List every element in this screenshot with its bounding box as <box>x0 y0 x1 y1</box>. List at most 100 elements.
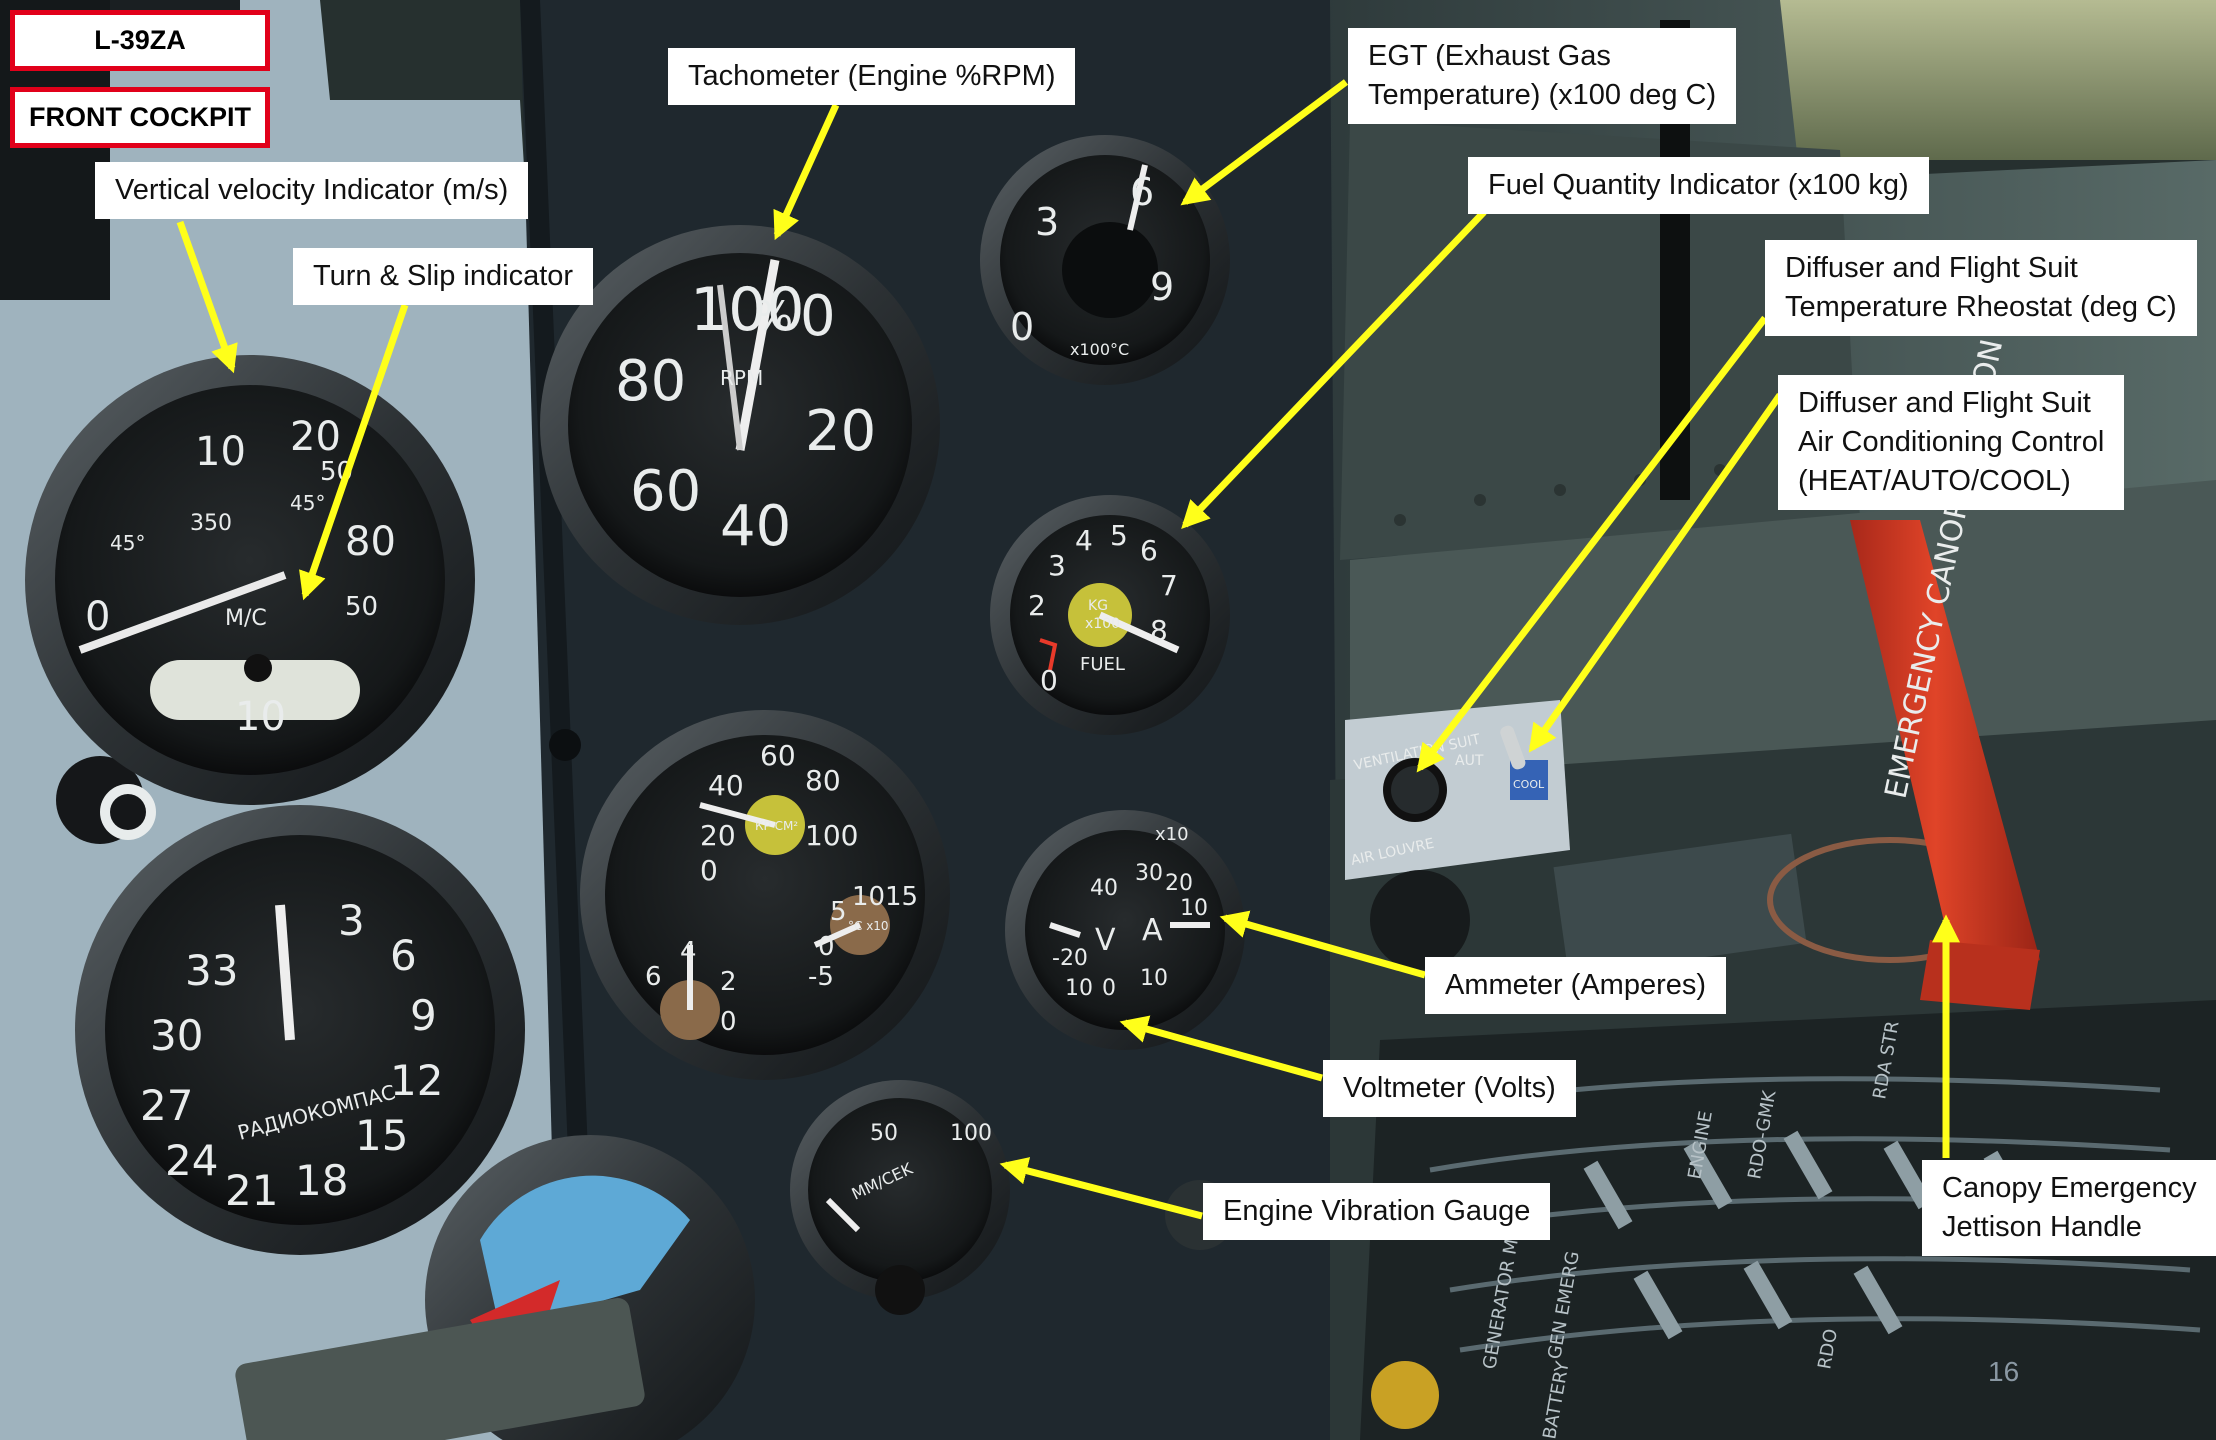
callout-ammeter-text: Ammeter (Amperes) <box>1445 969 1707 1001</box>
temp-5: 5 <box>830 897 847 927</box>
fuel-4: 4 <box>1075 524 1093 557</box>
volt-v: V <box>1095 923 1116 958</box>
tach-80: 80 <box>615 349 686 414</box>
fuel-gauge: 0 2 3 4 5 6 7 8 FUEL KG x100 <box>990 495 1230 735</box>
press-20: 20 <box>700 819 736 852</box>
fuel-hub1: KG <box>1088 598 1108 614</box>
vvi-mark-0: 0 <box>85 594 110 640</box>
compass-24: 24 <box>165 1136 218 1185</box>
callout-vibration: Engine Vibration Gauge <box>1203 1183 1551 1240</box>
fuel-8: 8 <box>1150 614 1168 647</box>
press-60: 60 <box>760 739 796 772</box>
egt-units: x100°C <box>1070 340 1129 359</box>
callout-fuel: Fuel Quantity Indicator (x100 kg) <box>1468 157 1929 214</box>
temp-hub: °C x10 <box>848 919 889 933</box>
press-low-4: 4 <box>680 937 697 967</box>
amm-40: 40 <box>1090 876 1118 901</box>
callout-aircon: Diffuser and Flight Suit Air Conditionin… <box>1778 375 2125 510</box>
temp-neg5: -5 <box>808 962 834 992</box>
rheostat-knob[interactable] <box>1383 758 1447 822</box>
egt-0: 0 <box>1010 305 1034 349</box>
section-title: FRONT COCKPIT <box>10 87 270 148</box>
press-low-6: 6 <box>645 962 662 992</box>
fuel-3: 3 <box>1048 549 1066 582</box>
callout-canopy: Canopy Emergency Jettison Handle <box>1922 1160 2216 1256</box>
compass-15: 15 <box>355 1111 408 1160</box>
section-title-text: FRONT COCKPIT <box>29 102 251 132</box>
tach-60: 60 <box>630 459 701 524</box>
press-low-2: 2 <box>720 967 737 997</box>
radio-compass-gauge: 33 3 6 9 12 15 18 21 24 27 30 РАДИОКОМПА… <box>75 805 525 1255</box>
egt-3: 3 <box>1035 200 1059 244</box>
tach-units: % <box>755 294 793 340</box>
press-0: 0 <box>700 854 718 887</box>
amm-10: 10 <box>1180 896 1208 921</box>
callout-aircon-line1: Diffuser and Flight Suit <box>1798 387 2091 419</box>
callout-egt-line2: Temperature) (x100 deg C) <box>1368 79 1717 111</box>
compass-21: 21 <box>225 1166 278 1215</box>
vvi-mark-20: 20 <box>290 414 341 460</box>
callout-vibration-text: Engine Vibration Gauge <box>1223 1195 1531 1227</box>
callout-canopy-line2: Jettison Handle <box>1942 1211 2142 1243</box>
compass-30: 30 <box>150 1011 203 1060</box>
callout-vvi: Vertical velocity Indicator (m/s) <box>95 162 529 219</box>
vvi-sub: 350 <box>190 511 232 536</box>
vvi-mark-50a: 50 <box>320 457 353 487</box>
vvi-units: M/C <box>225 606 267 631</box>
engine-pressure-gauge: 60 40 80 20 100 0 КР СМ² 6 4 2 0 10 15 5… <box>580 710 950 1080</box>
vertical-velocity-gauge: 10 20 50 80 0 50 10 M/C 350 45° 45° <box>25 355 475 805</box>
volt-neg20: -20 <box>1052 946 1088 971</box>
compass-12: 12 <box>390 1056 443 1105</box>
aut-placard: AUT <box>1455 753 1484 769</box>
vvi-mark-80: 80 <box>345 519 396 565</box>
press-100: 100 <box>805 819 858 852</box>
amm-x10: x10 <box>1155 824 1189 845</box>
fuel-6: 6 <box>1140 534 1158 567</box>
temp-15: 15 <box>885 882 918 912</box>
vib-50: 50 <box>870 1121 898 1146</box>
vvi-mark-10b: 10 <box>235 694 286 740</box>
volt-0: 0 <box>1102 976 1116 1001</box>
fuel-0: 0 <box>1040 664 1058 697</box>
callout-egt-line1: EGT (Exhaust Gas <box>1368 40 1611 72</box>
fuel-hub2: x100 <box>1085 616 1120 632</box>
amm-30: 30 <box>1135 861 1163 886</box>
vvi-sub2: 45° <box>110 531 145 555</box>
callout-canopy-line1: Canopy Emergency <box>1942 1172 2197 1204</box>
aircraft-title: L-39ZA <box>10 10 270 71</box>
egt-gauge: 3 6 9 0 x100°C <box>980 135 1230 385</box>
temp-0: 0 <box>818 932 835 962</box>
callout-vvi-text: Vertical velocity Indicator (m/s) <box>115 174 509 206</box>
fuel-5: 5 <box>1110 519 1128 552</box>
tach-sub: RPM <box>720 366 763 390</box>
press-hub: КР СМ² <box>755 819 798 833</box>
callout-voltmeter-text: Voltmeter (Volts) <box>1343 1072 1556 1104</box>
page-number: 16 <box>1988 1356 2020 1387</box>
callout-egt: EGT (Exhaust Gas Temperature) (x100 deg … <box>1348 28 1737 124</box>
vvi-mark-10a: 10 <box>195 429 246 475</box>
callout-turn-slip-text: Turn & Slip indicator <box>313 260 574 292</box>
aircraft-title-text: L-39ZA <box>94 25 186 55</box>
tach-40: 40 <box>720 494 791 559</box>
press-80: 80 <box>805 764 841 797</box>
tachometer-gauge: 100 0 20 40 60 80 % RPM <box>540 225 940 625</box>
callout-aircon-line3: (HEAT/AUTO/COOL) <box>1798 465 2071 497</box>
callout-fuel-text: Fuel Quantity Indicator (x100 kg) <box>1488 169 1909 201</box>
callout-tachometer: Tachometer (Engine %RPM) <box>668 48 1076 105</box>
callout-voltmeter: Voltmeter (Volts) <box>1323 1060 1576 1117</box>
compass-9: 9 <box>410 991 437 1040</box>
amm-a: A <box>1142 913 1163 948</box>
compass-3: 3 <box>338 896 365 945</box>
egt-9: 9 <box>1150 265 1174 309</box>
amm-10b: 10 <box>1140 966 1168 991</box>
callout-rheostat: Diffuser and Flight Suit Temperature Rhe… <box>1765 240 2197 336</box>
fuel-7: 7 <box>1160 569 1178 602</box>
press-40: 40 <box>708 769 744 802</box>
press-low-0: 0 <box>720 1007 737 1037</box>
compass-33: 33 <box>185 946 238 995</box>
ammeter-voltmeter-gauge: 40 30 20 10 -20 10 0 10 x10 V A <box>1005 810 1245 1050</box>
compass-18: 18 <box>295 1156 348 1205</box>
temp-10: 10 <box>852 882 885 912</box>
callout-ammeter: Ammeter (Amperes) <box>1425 957 1727 1014</box>
fuel-units: FUEL <box>1080 654 1125 675</box>
